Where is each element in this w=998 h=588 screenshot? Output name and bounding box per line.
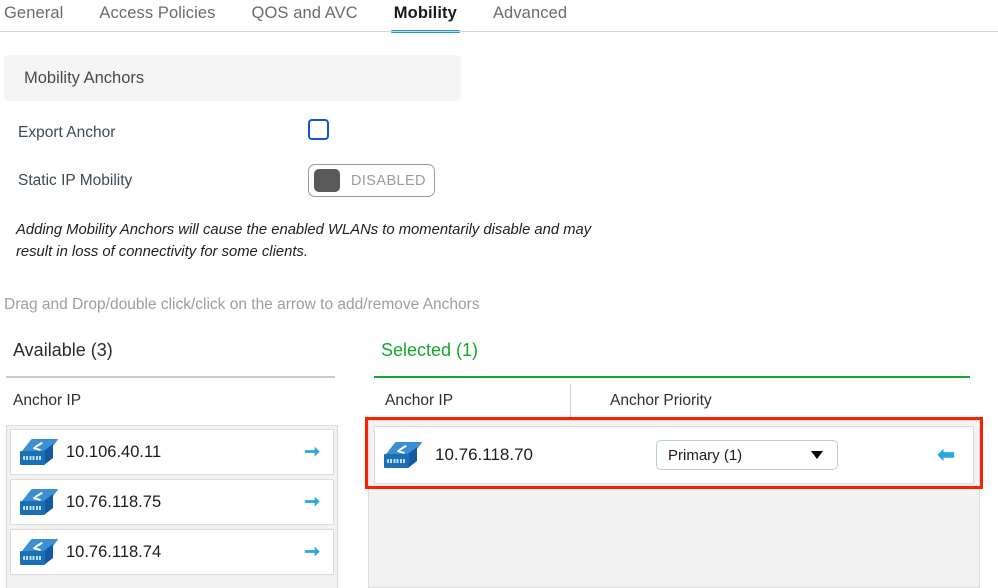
available-anchor-ip-header: Anchor IP <box>13 392 82 409</box>
remove-anchor-left-arrow-icon[interactable]: ⬅ <box>937 445 955 466</box>
add-anchor-right-arrow-icon[interactable]: ➞ <box>304 493 320 512</box>
panel-title: Mobility Anchors <box>24 68 145 87</box>
toggle-state-label: DISABLED <box>351 172 426 189</box>
drag-drop-instruction: Drag and Drop/double click/click on the … <box>4 296 480 313</box>
tab-advanced[interactable]: Advanced <box>493 0 567 33</box>
anchor-priority-value: Primary (1) <box>668 446 743 464</box>
switch-icon <box>20 538 59 566</box>
selected-title-underline <box>374 376 970 378</box>
list-item[interactable]: 10.76.118.75 ➞ <box>10 479 334 525</box>
anchor-priority-select[interactable]: Primary (1) <box>656 440 838 470</box>
list-item[interactable]: 10.76.118.74 ➞ <box>10 529 334 575</box>
mobility-anchors-page: General Access Policies QOS and AVC Mobi… <box>0 0 998 588</box>
mobility-anchors-panel-header: Mobility Anchors <box>4 55 461 101</box>
tab-access-policies[interactable]: Access Policies <box>99 0 215 33</box>
anchor-ip-value: 10.76.118.74 <box>66 542 162 561</box>
anchor-ip-value: 10.76.118.70 <box>435 445 533 464</box>
selected-list-title: Selected (1) <box>381 340 479 360</box>
switch-icon <box>20 488 59 516</box>
add-anchor-right-arrow-icon[interactable]: ➞ <box>304 543 320 562</box>
toggle-knob <box>314 169 340 192</box>
selected-anchor-priority-header: Anchor Priority <box>610 392 712 409</box>
chevron-down-icon[interactable] <box>811 451 823 459</box>
switch-icon <box>20 438 59 466</box>
table-row[interactable]: 10.76.118.70 Primary (1) ⬅ <box>374 426 974 484</box>
warning-note: Adding Mobility Anchors will cause the e… <box>16 222 592 260</box>
available-anchors-list[interactable]: 10.106.40.11 ➞ 10.76.118.75 ➞ 10.76.118.… <box>6 425 338 588</box>
export-anchor-checkbox[interactable] <box>308 119 329 140</box>
tab-general[interactable]: General <box>4 0 63 33</box>
selected-anchor-ip-header: Anchor IP <box>385 392 454 409</box>
selected-header-divider <box>570 384 571 417</box>
anchor-ip-value: 10.106.40.11 <box>66 442 162 461</box>
tab-mobility[interactable]: Mobility <box>390 0 461 33</box>
static-ip-mobility-toggle[interactable]: DISABLED <box>308 164 435 197</box>
static-ip-mobility-label: Static IP Mobility <box>18 172 133 189</box>
switch-icon <box>384 441 423 469</box>
list-item[interactable]: 10.106.40.11 ➞ <box>10 429 334 475</box>
available-title-underline <box>6 376 335 378</box>
tab-bar: General Access Policies QOS and AVC Mobi… <box>0 0 998 33</box>
selected-anchors-list[interactable]: 10.76.118.70 Primary (1) ⬅ <box>368 420 980 588</box>
export-anchor-label: Export Anchor <box>18 124 116 141</box>
anchor-ip-value: 10.76.118.75 <box>66 492 162 511</box>
add-anchor-right-arrow-icon[interactable]: ➞ <box>304 443 320 462</box>
available-list-title: Available (3) <box>13 340 113 360</box>
tab-qos-and-avc[interactable]: QOS and AVC <box>252 0 358 33</box>
tab-bar-divider <box>0 31 998 32</box>
